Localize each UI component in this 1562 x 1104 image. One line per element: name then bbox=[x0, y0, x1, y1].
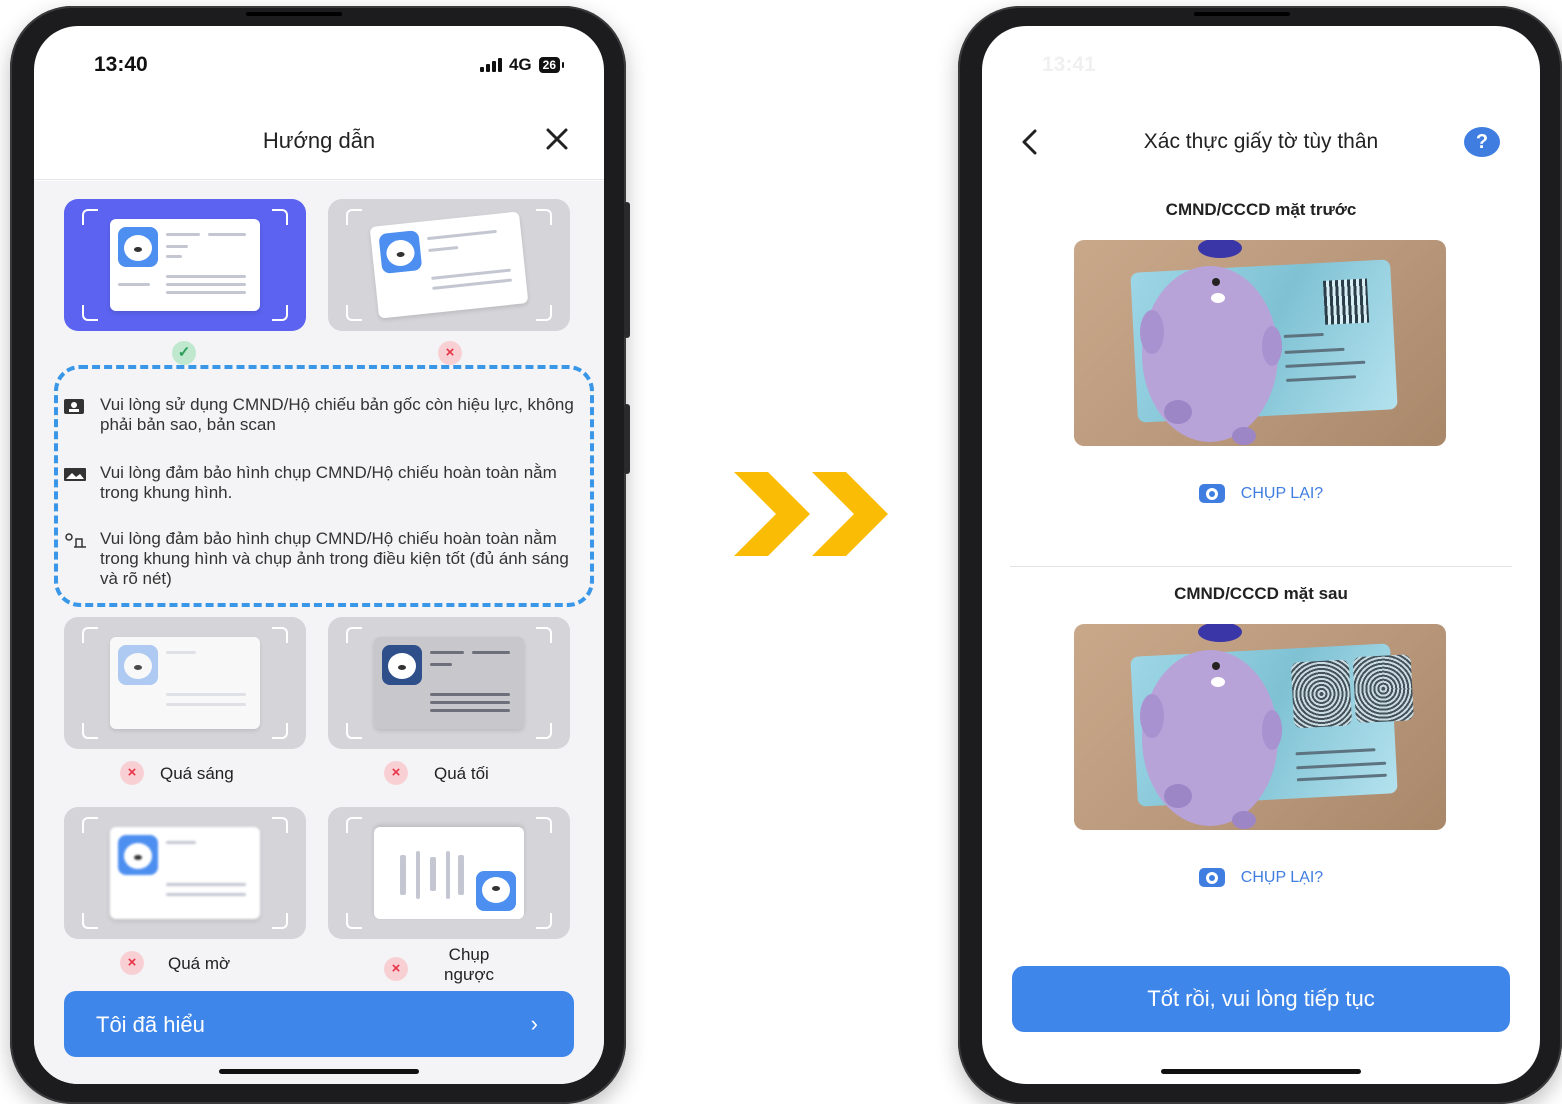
camera-icon bbox=[1198, 484, 1225, 503]
battery-icon: 26 bbox=[538, 57, 565, 73]
phone-right: 13:41 Xác thực giấy tờ tùy thân ? CMND/C… bbox=[958, 6, 1562, 1104]
id-card-illustration bbox=[110, 827, 260, 919]
bear-avatar-icon bbox=[378, 230, 423, 274]
bad-example-label: Chụp ngược bbox=[444, 945, 494, 984]
check-icon: ✓ bbox=[172, 341, 196, 365]
example-tilted-card bbox=[328, 199, 570, 331]
id-card-illustration bbox=[374, 637, 524, 729]
bear-avatar-icon bbox=[118, 645, 158, 685]
image-icon bbox=[64, 468, 86, 481]
status-time: 13:41 bbox=[1042, 53, 1096, 76]
tip-item: Vui lòng sử dụng CMND/Hộ chiếu bản gốc c… bbox=[62, 395, 578, 435]
bad-example-label: Quá tối bbox=[434, 764, 489, 783]
example-dark-card bbox=[328, 617, 570, 749]
bad-example-label: Quá mờ bbox=[168, 954, 231, 973]
id-badge-icon bbox=[64, 399, 84, 414]
retake-label: CHỤP LẠI? bbox=[1240, 484, 1324, 502]
example-bright-card bbox=[64, 617, 306, 749]
tip-text: Vui lòng sử dụng CMND/Hộ chiếu bản gốc c… bbox=[100, 395, 574, 434]
phone-left: 13:40 4G 26 Hướng dẫn ✓ × Vui lòng sử dụ… bbox=[10, 6, 630, 1104]
cross-icon: × bbox=[120, 761, 144, 785]
guide-screen: 13:40 4G 26 Hướng dẫn ✓ × Vui lòng sử dụ… bbox=[34, 26, 604, 1084]
page-title: Hướng dẫn bbox=[262, 128, 376, 153]
verify-screen: 13:41 Xác thực giấy tờ tùy thân ? CMND/C… bbox=[982, 26, 1540, 1084]
home-indicator bbox=[1161, 1069, 1361, 1074]
home-indicator bbox=[219, 1069, 419, 1074]
back-id-photo[interactable] bbox=[1074, 624, 1446, 830]
status-bar: 13:40 4G 26 bbox=[34, 26, 604, 96]
bad-example-label: Quá sáng bbox=[160, 764, 234, 783]
brightness-icon bbox=[65, 533, 86, 548]
back-section-title: CMND/CCCD mặt sau bbox=[1174, 584, 1348, 603]
network-type: 4G bbox=[508, 55, 532, 74]
cross-icon: × bbox=[438, 341, 462, 365]
id-card-illustration bbox=[369, 211, 529, 319]
tip-text: Vui lòng đảm bảo hình chụp CMND/Hộ chiếu… bbox=[100, 463, 557, 502]
verify-header: Xác thực giấy tờ tùy thân ? bbox=[982, 96, 1540, 180]
id-card-illustration bbox=[374, 827, 524, 919]
front-section-title: CMND/CCCD mặt trước bbox=[1165, 200, 1357, 219]
cross-icon: × bbox=[384, 761, 408, 785]
example-blurry-card bbox=[64, 807, 306, 939]
mascot-sticker-icon bbox=[1140, 240, 1282, 445]
cross-icon: × bbox=[120, 951, 144, 975]
retake-back-button[interactable]: CHỤP LẠI? bbox=[982, 868, 1540, 887]
status-bar: 13:41 bbox=[982, 26, 1540, 96]
retake-label: CHỤP LẠI? bbox=[1240, 868, 1324, 886]
help-icon[interactable]: ? bbox=[1464, 127, 1500, 157]
section-divider bbox=[1010, 566, 1512, 567]
front-id-photo[interactable] bbox=[1074, 240, 1446, 446]
close-icon[interactable] bbox=[544, 126, 570, 152]
bear-avatar-icon bbox=[476, 871, 516, 911]
side-button bbox=[624, 404, 630, 474]
speaker-slot bbox=[1194, 12, 1290, 16]
id-card-illustration bbox=[110, 637, 260, 729]
bear-avatar-icon bbox=[118, 835, 158, 875]
guide-header: Hướng dẫn bbox=[34, 96, 604, 180]
status-time: 13:40 bbox=[94, 53, 148, 76]
speaker-slot bbox=[246, 12, 342, 16]
comparison-stage: 13:40 4G 26 Hướng dẫn ✓ × Vui lòng sử dụ… bbox=[0, 0, 1562, 1104]
guide-body: ✓ × Vui lòng sử dụng CMND/Hộ chiếu bản g… bbox=[34, 181, 604, 1084]
signal-icon bbox=[479, 58, 502, 72]
retake-front-button[interactable]: CHỤP LẠI? bbox=[982, 484, 1540, 503]
example-reversed-card bbox=[328, 807, 570, 939]
page-title: Xác thực giấy tờ tùy thân bbox=[1143, 130, 1379, 153]
mascot-sticker-icon bbox=[1140, 624, 1282, 829]
cross-icon: × bbox=[384, 957, 408, 981]
example-good-card bbox=[64, 199, 306, 331]
tip-item: Vui lòng đảm bảo hình chụp CMND/Hộ chiếu… bbox=[62, 463, 578, 503]
side-button bbox=[624, 202, 630, 338]
fingerprint-icon bbox=[1352, 654, 1414, 724]
continue-button[interactable]: Tốt rồi, vui lòng tiếp tục bbox=[1012, 966, 1510, 1032]
understood-button-label: Tôi đã hiểu bbox=[96, 1012, 205, 1037]
camera-icon bbox=[1198, 868, 1225, 887]
chevron-right-icon: › bbox=[530, 1011, 538, 1036]
double-chevron-arrow-icon bbox=[734, 472, 888, 556]
status-indicators: 4G 26 bbox=[479, 55, 565, 75]
tips-box: Vui lòng sử dụng CMND/Hộ chiếu bản gốc c… bbox=[54, 365, 594, 607]
tip-item: Vui lòng đảm bảo hình chụp CMND/Hộ chiếu… bbox=[62, 529, 578, 589]
fingerprint-icon bbox=[1290, 659, 1353, 729]
bear-avatar-icon bbox=[382, 645, 422, 685]
bear-avatar-icon bbox=[118, 227, 158, 267]
qr-code-icon bbox=[1322, 278, 1370, 325]
id-card-illustration bbox=[110, 219, 260, 311]
tip-text: Vui lòng đảm bảo hình chụp CMND/Hộ chiếu… bbox=[100, 529, 569, 588]
understood-button[interactable]: Tôi đã hiểu › bbox=[64, 991, 574, 1057]
